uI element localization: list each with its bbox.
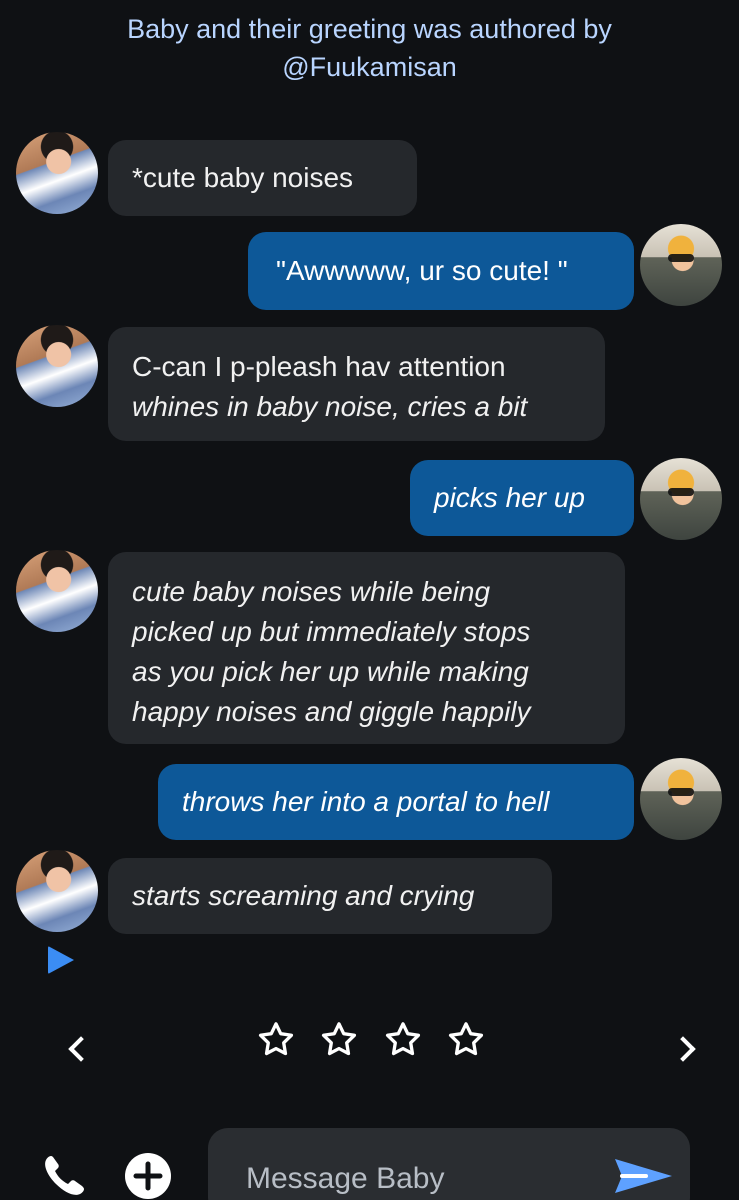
- star-outline-icon[interactable]: [318, 1019, 360, 1061]
- bot-message-3-line-4: happy noises and giggle happily: [132, 696, 531, 727]
- user-message-1-text: "Awwwww, ur so cute! ": [276, 255, 568, 286]
- send-icon[interactable]: [612, 1152, 676, 1200]
- glasses-detail: [668, 488, 694, 496]
- bot-avatar[interactable]: [16, 850, 98, 932]
- user-avatar[interactable]: [640, 458, 722, 540]
- play-icon[interactable]: [48, 946, 74, 974]
- rating-stars[interactable]: [255, 1015, 487, 1065]
- star-outline-icon[interactable]: [445, 1019, 487, 1061]
- chevron-right-icon[interactable]: [670, 1036, 696, 1062]
- star-outline-icon[interactable]: [382, 1019, 424, 1061]
- user-avatar[interactable]: [640, 758, 722, 840]
- user-message-3-text: throws her into a portal to hell: [182, 786, 550, 817]
- bot-message-2: C-can I p-pleash hav attention whines in…: [108, 327, 605, 441]
- plus-icon[interactable]: [120, 1152, 176, 1200]
- bot-message-3-line-1: cute baby noises while being: [132, 576, 491, 607]
- bot-message-2-line-2: whines in baby noise, cries a bit: [132, 391, 528, 422]
- bot-message-3: cute baby noises while being picked up b…: [108, 552, 625, 744]
- bot-message-3-line-2: picked up but immediately stops: [132, 616, 531, 647]
- star-outline-icon[interactable]: [255, 1019, 297, 1061]
- user-avatar[interactable]: [640, 224, 722, 306]
- bot-message-2-line-1: C-can I p-pleash hav attention: [132, 351, 506, 382]
- header-line-1: Baby and their greeting was authored by: [127, 14, 612, 44]
- bot-avatar[interactable]: [16, 550, 98, 632]
- bot-message-1-text: *cute baby noises: [132, 162, 354, 193]
- header-line-2: @Fuukamisan: [282, 52, 457, 82]
- user-message-3: throws her into a portal to hell: [158, 764, 634, 840]
- glasses-detail: [668, 788, 694, 796]
- user-message-1: "Awwwww, ur so cute! ": [248, 232, 634, 310]
- message-input[interactable]: [246, 1154, 586, 1200]
- bot-message-3-line-3: as you pick her up while making: [132, 656, 529, 687]
- bot-message-4-text: starts screaming and crying: [132, 880, 475, 911]
- bot-avatar[interactable]: [16, 325, 98, 407]
- bot-message-1: *cute baby noises: [108, 140, 417, 216]
- user-message-2: picks her up: [410, 460, 634, 536]
- glasses-detail: [668, 254, 694, 262]
- chat-header: Baby and their greeting was authored by …: [0, 10, 739, 86]
- chevron-left-icon[interactable]: [68, 1036, 94, 1062]
- bot-avatar[interactable]: [16, 132, 98, 214]
- user-message-2-text: picks her up: [434, 482, 585, 513]
- phone-icon[interactable]: [38, 1152, 90, 1200]
- bot-message-4: starts screaming and crying: [108, 858, 552, 934]
